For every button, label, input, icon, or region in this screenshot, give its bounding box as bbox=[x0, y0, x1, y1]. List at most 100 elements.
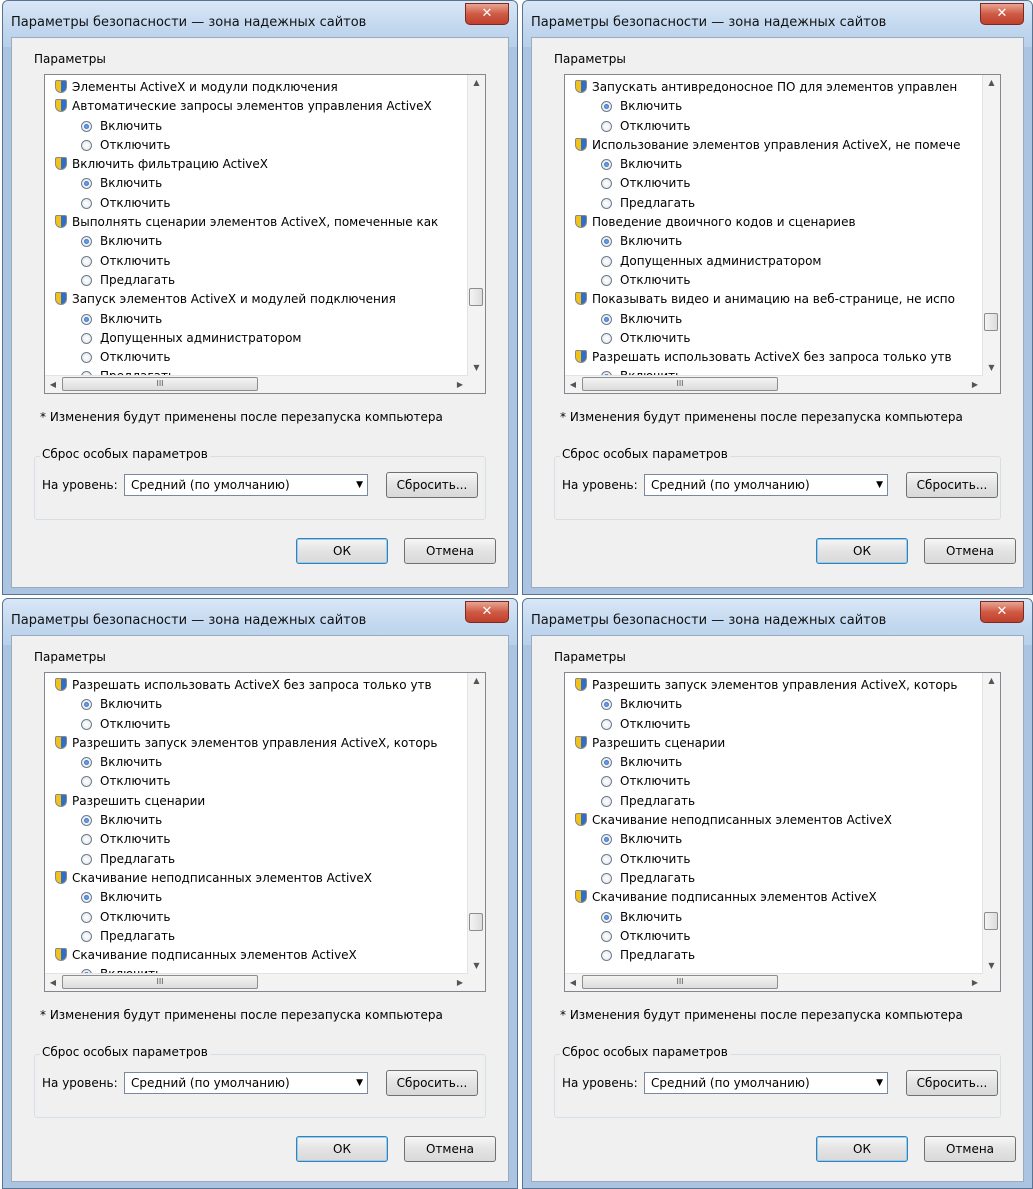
radio-selected[interactable] bbox=[601, 699, 612, 711]
settings-list[interactable]: Разрешать использовать ActiveX без запро… bbox=[44, 672, 486, 992]
radio-button[interactable] bbox=[81, 718, 92, 730]
scroll-down-icon[interactable]: ▼ bbox=[468, 958, 485, 974]
radio-selected[interactable] bbox=[81, 815, 92, 827]
setting-option[interactable]: Предлагать bbox=[55, 927, 465, 946]
setting-option[interactable]: Отключить bbox=[575, 271, 980, 290]
settings-list[interactable]: Запускать антивредоносное ПО для элемент… bbox=[564, 74, 1001, 394]
ok-button[interactable]: ОК bbox=[296, 1136, 388, 1162]
scroll-left-icon[interactable]: ◀ bbox=[45, 376, 61, 393]
radio-selected[interactable] bbox=[81, 178, 92, 190]
setting-option[interactable]: Предлагать bbox=[55, 850, 465, 869]
radio-button[interactable] bbox=[601, 718, 612, 730]
scroll-down-icon[interactable]: ▼ bbox=[983, 360, 1000, 376]
cancel-button[interactable]: Отмена bbox=[404, 538, 496, 564]
scroll-left-icon[interactable]: ◀ bbox=[45, 974, 61, 991]
horizontal-scrollbar[interactable]: ◀ III ▶ bbox=[565, 973, 983, 991]
reset-button[interactable]: Сбросить... bbox=[386, 1070, 478, 1096]
radio-button[interactable] bbox=[601, 930, 612, 942]
setting-option[interactable]: Отключить bbox=[575, 927, 980, 946]
vertical-scrollbar[interactable]: ▲ ▼ bbox=[982, 75, 1000, 376]
setting-option[interactable]: Включить bbox=[575, 232, 980, 251]
radio-button[interactable] bbox=[601, 332, 612, 344]
setting-option[interactable]: Включить bbox=[575, 908, 980, 927]
radio-selected[interactable] bbox=[601, 757, 612, 769]
radio-selected[interactable] bbox=[601, 101, 612, 113]
scroll-left-icon[interactable]: ◀ bbox=[565, 376, 581, 393]
cancel-button[interactable]: Отмена bbox=[924, 1136, 1016, 1162]
radio-button[interactable] bbox=[601, 776, 612, 788]
scroll-right-icon[interactable]: ▶ bbox=[452, 974, 468, 991]
setting-option[interactable]: Включить bbox=[575, 695, 980, 714]
radio-selected[interactable] bbox=[81, 892, 92, 904]
level-dropdown[interactable]: Средний (по умолчанию) ▼ bbox=[644, 1072, 888, 1094]
setting-option[interactable]: Отключить bbox=[55, 348, 465, 367]
horizontal-scrollbar[interactable]: ◀ III ▶ bbox=[565, 375, 983, 393]
scroll-up-icon[interactable]: ▲ bbox=[983, 673, 1000, 689]
level-dropdown[interactable]: Средний (по умолчанию) ▼ bbox=[644, 474, 888, 496]
setting-option[interactable]: Включить bbox=[55, 117, 465, 136]
setting-option[interactable]: Включить bbox=[55, 811, 465, 830]
setting-option[interactable]: Предлагать bbox=[55, 271, 465, 290]
scroll-thumb[interactable] bbox=[984, 912, 998, 930]
setting-option[interactable]: Допущенных администратором bbox=[55, 329, 465, 348]
reset-button[interactable]: Сбросить... bbox=[386, 472, 478, 498]
setting-option[interactable]: Отключить bbox=[575, 850, 980, 869]
setting-option[interactable]: Включить bbox=[575, 155, 980, 174]
radio-button[interactable] bbox=[601, 178, 612, 190]
radio-button[interactable] bbox=[601, 255, 612, 267]
scroll-up-icon[interactable]: ▲ bbox=[468, 75, 485, 91]
ok-button[interactable]: ОК bbox=[296, 538, 388, 564]
ok-button[interactable]: ОК bbox=[816, 538, 908, 564]
setting-option[interactable]: Отключить bbox=[55, 772, 465, 791]
setting-option[interactable]: Включить bbox=[575, 753, 980, 772]
setting-option[interactable]: Отключить bbox=[575, 329, 980, 348]
radio-button[interactable] bbox=[601, 872, 612, 884]
radio-button[interactable] bbox=[81, 352, 92, 364]
radio-selected[interactable] bbox=[601, 834, 612, 846]
radio-button[interactable] bbox=[601, 853, 612, 865]
scroll-thumb[interactable] bbox=[469, 288, 483, 306]
setting-option[interactable]: Включить bbox=[55, 888, 465, 907]
scroll-down-icon[interactable]: ▼ bbox=[983, 958, 1000, 974]
setting-option[interactable]: Включить bbox=[55, 232, 465, 251]
radio-button[interactable] bbox=[81, 332, 92, 344]
reset-button[interactable]: Сбросить... bbox=[906, 472, 998, 498]
cancel-button[interactable]: Отмена bbox=[924, 538, 1016, 564]
horizontal-scroll-thumb[interactable]: III bbox=[62, 377, 258, 391]
radio-button[interactable] bbox=[601, 120, 612, 132]
close-icon[interactable]: ✕ bbox=[465, 601, 509, 623]
scroll-right-icon[interactable]: ▶ bbox=[967, 376, 983, 393]
scroll-down-icon[interactable]: ▼ bbox=[468, 360, 485, 376]
setting-option[interactable]: Отключить bbox=[55, 194, 465, 213]
setting-option[interactable]: Включить bbox=[575, 830, 980, 849]
close-icon[interactable]: ✕ bbox=[980, 3, 1024, 25]
scroll-thumb[interactable] bbox=[469, 913, 483, 931]
radio-button[interactable] bbox=[81, 911, 92, 923]
reset-button[interactable]: Сбросить... bbox=[906, 1070, 998, 1096]
radio-button[interactable] bbox=[81, 139, 92, 151]
radio-button[interactable] bbox=[81, 274, 92, 286]
radio-selected[interactable] bbox=[81, 236, 92, 248]
settings-list[interactable]: Элементы ActiveX и модули подключения Авт… bbox=[44, 74, 486, 394]
setting-option[interactable]: Отключить bbox=[575, 772, 980, 791]
radio-selected[interactable] bbox=[601, 236, 612, 248]
setting-option[interactable]: Допущенных администратором bbox=[575, 252, 980, 271]
ok-button[interactable]: ОК bbox=[816, 1136, 908, 1162]
setting-option[interactable]: Предлагать bbox=[575, 792, 980, 811]
setting-option[interactable]: Предлагать bbox=[575, 869, 980, 888]
radio-selected[interactable] bbox=[81, 699, 92, 711]
horizontal-scroll-thumb[interactable]: III bbox=[582, 975, 778, 989]
setting-option[interactable]: Включить bbox=[55, 174, 465, 193]
radio-button[interactable] bbox=[81, 776, 92, 788]
radio-button[interactable] bbox=[81, 834, 92, 846]
radio-selected[interactable] bbox=[81, 313, 92, 325]
radio-selected[interactable] bbox=[601, 159, 612, 171]
setting-option[interactable]: Предлагать bbox=[575, 194, 980, 213]
scroll-right-icon[interactable]: ▶ bbox=[967, 974, 983, 991]
settings-list[interactable]: Разрешить запуск элементов управления Ac… bbox=[564, 672, 1001, 992]
radio-button[interactable] bbox=[601, 795, 612, 807]
setting-option[interactable]: Включить bbox=[55, 310, 465, 329]
radio-selected[interactable] bbox=[81, 120, 92, 132]
setting-option[interactable]: Включить bbox=[575, 97, 980, 116]
radio-button[interactable] bbox=[81, 853, 92, 865]
